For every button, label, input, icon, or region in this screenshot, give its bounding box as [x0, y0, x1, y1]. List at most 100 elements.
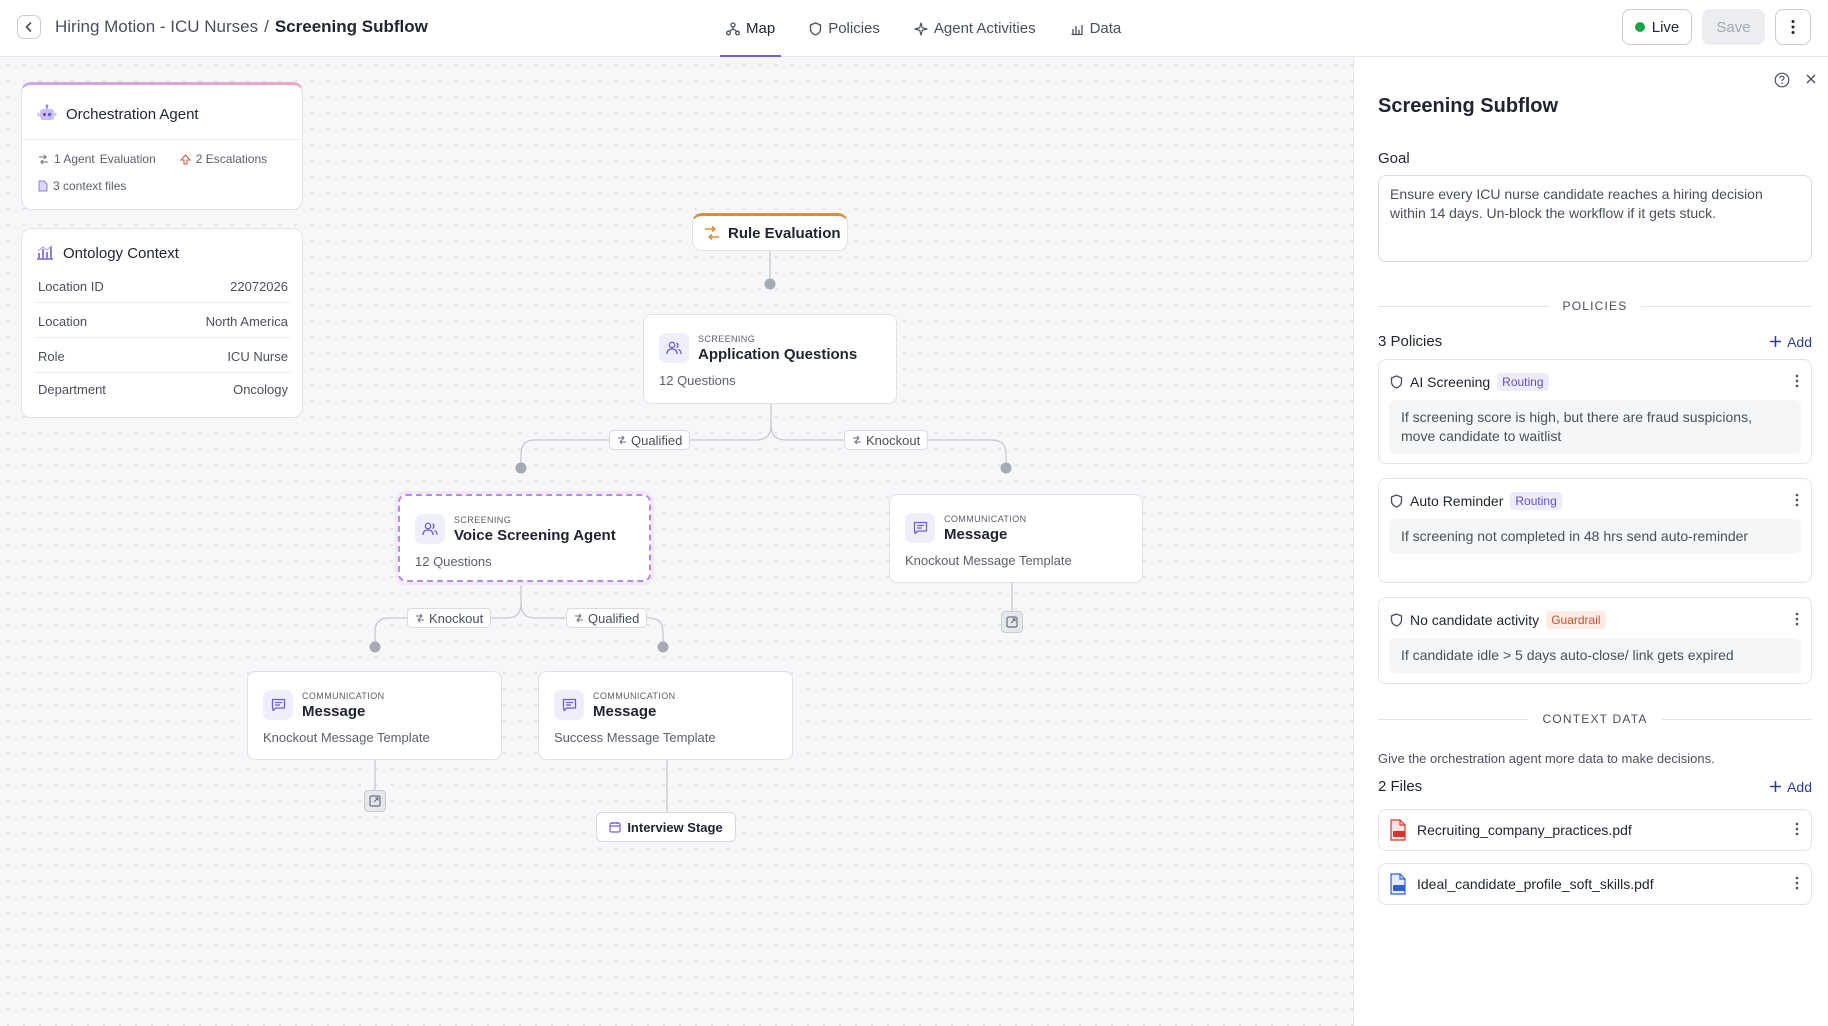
shield-icon: [810, 21, 822, 36]
flow-canvas[interactable]: Orchestration Agent 1 Agent Evaluation 2…: [0, 57, 1353, 1026]
connector-handle[interactable]: [764, 278, 776, 290]
users-icon: [666, 341, 682, 355]
panel-title: Screening Subflow: [1378, 95, 1559, 117]
agent-evaluation-count: 1 Agent: [54, 152, 95, 166]
more-vertical-icon: [1795, 374, 1799, 388]
policy-badge: Routing: [1510, 492, 1562, 510]
back-button[interactable]: [17, 15, 41, 39]
file-menu-button[interactable]: [1795, 876, 1799, 893]
open-external-button[interactable]: [1001, 611, 1023, 633]
message-icon: [913, 521, 927, 535]
breadcrumb-parent[interactable]: Hiring Motion - ICU Nurses: [55, 17, 258, 37]
sparkle-icon: [914, 21, 928, 36]
files-count-row: 2 Files Add: [1378, 778, 1812, 795]
ontology-value: ICU Nurse: [227, 349, 288, 364]
shield-icon: [1390, 494, 1403, 508]
context-files-row[interactable]: 3 context files: [38, 179, 126, 193]
file-item[interactable]: Recruiting_company_practices.pdf: [1378, 809, 1812, 851]
connector-handle[interactable]: [1000, 462, 1012, 474]
policy-menu-button[interactable]: [1795, 612, 1799, 631]
knockout-message-node[interactable]: COMMUNICATION Message Knockout Message T…: [247, 671, 502, 760]
plus-icon: [1770, 781, 1782, 792]
escalations-count: 2 Escalations: [195, 152, 268, 166]
calendar-icon: [609, 822, 621, 833]
rule-evaluation-node[interactable]: Rule Evaluation: [692, 213, 848, 251]
robot-icon: [37, 104, 57, 120]
ontology-row: Location North America: [34, 306, 292, 338]
node-category: COMMUNICATION: [302, 691, 385, 701]
knockout-message-node[interactable]: COMMUNICATION Message Knockout Message T…: [889, 494, 1143, 583]
live-status-dot: [1634, 22, 1645, 32]
tab-data[interactable]: Data: [1064, 0, 1128, 57]
policy-name: Auto Reminder: [1410, 493, 1504, 509]
interview-stage-node[interactable]: Interview Stage: [596, 812, 736, 842]
policy-card[interactable]: AI Screening Routing If screening score …: [1378, 359, 1812, 464]
node-icon: [415, 514, 445, 544]
application-questions-node[interactable]: SCREENING Application Questions 12 Quest…: [643, 314, 897, 404]
policy-description: If screening not completed in 48 hrs sen…: [1389, 519, 1801, 554]
file-name: Ideal_candidate_profile_soft_skills.pdf: [1417, 876, 1654, 892]
help-button[interactable]: [1774, 72, 1790, 93]
voice-screening-agent-node[interactable]: SCREENING Voice Screening Agent 12 Quest…: [398, 494, 651, 582]
policy-description: If screening score is high, but there ar…: [1389, 400, 1801, 454]
message-icon: [271, 698, 285, 712]
tab-agent-activities-label: Agent Activities: [933, 20, 1036, 37]
connector-handle[interactable]: [515, 462, 527, 474]
chevron-left-icon: [25, 22, 32, 32]
edge-label-knockout[interactable]: Knockout: [407, 608, 492, 628]
node-category: SCREENING: [454, 515, 512, 525]
policy-name: AI Screening: [1410, 374, 1491, 390]
add-policy-button[interactable]: Add: [1769, 334, 1812, 350]
tab-policies[interactable]: Policies: [803, 0, 886, 57]
policies-section-title: POLICIES: [1562, 299, 1628, 313]
success-message-node[interactable]: COMMUNICATION Message Success Message Te…: [538, 671, 793, 760]
chart-icon: [1071, 24, 1083, 35]
open-external-button[interactable]: [364, 790, 386, 812]
policy-card[interactable]: Auto Reminder Routing If screening not c…: [1378, 478, 1812, 583]
breadcrumb: Hiring Motion - ICU Nurses / Screening S…: [55, 17, 428, 37]
tab-map-label: Map: [746, 20, 776, 37]
shield-icon: [1390, 613, 1403, 627]
edge-label-qualified[interactable]: Qualified: [609, 430, 691, 450]
policies-count-row: 3 Policies Add: [1378, 333, 1812, 350]
context-data-section-title: CONTEXT DATA: [1542, 712, 1648, 726]
policy-badge: Guardrail: [1546, 611, 1606, 629]
live-button[interactable]: Live: [1622, 9, 1692, 45]
details-panel: Screening Subflow Goal Ensure every ICU …: [1353, 57, 1828, 1026]
node-category: COMMUNICATION: [944, 514, 1027, 524]
node-title: Message: [593, 703, 657, 720]
policy-menu-button[interactable]: [1795, 493, 1799, 512]
ontology-value: 22072026: [230, 279, 288, 294]
file-item[interactable]: Ideal_candidate_profile_soft_skills.pdf: [1378, 863, 1812, 905]
tab-map[interactable]: Map: [720, 0, 782, 57]
file-menu-button[interactable]: [1795, 822, 1799, 839]
policy-header: No candidate activity Guardrail: [1390, 611, 1606, 629]
close-button[interactable]: [1804, 72, 1818, 91]
tab-agent-activities[interactable]: Agent Activities: [908, 0, 1042, 57]
ontology-context-title: Ontology Context: [63, 245, 179, 262]
connector-handle[interactable]: [657, 641, 669, 653]
tab-policies-label: Policies: [828, 20, 880, 37]
orchestration-agent-card[interactable]: Orchestration Agent 1 Agent Evaluation 2…: [21, 82, 303, 210]
policy-card[interactable]: No candidate activity Guardrail If candi…: [1378, 597, 1812, 684]
more-vertical-icon: [1795, 822, 1799, 836]
more-vertical-icon: [1791, 20, 1795, 34]
save-button[interactable]: Save: [1702, 9, 1765, 45]
more-options-button[interactable]: [1775, 9, 1811, 45]
edge-label-qualified[interactable]: Qualified: [566, 608, 648, 628]
add-file-button[interactable]: Add: [1769, 779, 1812, 795]
goal-textarea[interactable]: Ensure every ICU nurse candidate reaches…: [1378, 175, 1812, 262]
shield-icon: [1390, 375, 1403, 389]
connector-handle[interactable]: [369, 641, 381, 653]
policy-menu-button[interactable]: [1795, 374, 1799, 393]
chart-icon: [37, 244, 53, 260]
add-file-label: Add: [1787, 778, 1812, 795]
node-subtitle: Knockout Message Template: [263, 730, 430, 745]
policy-badge: Routing: [1497, 373, 1549, 391]
plus-icon: [1770, 336, 1782, 347]
tab-bar: Map Policies Agent Activities Data: [720, 0, 1127, 57]
edge-label-knockout[interactable]: Knockout: [844, 430, 929, 450]
users-icon: [422, 522, 438, 536]
live-label: Live: [1651, 18, 1680, 36]
ontology-context-card[interactable]: Ontology Context Location ID 22072026 Lo…: [21, 228, 303, 418]
